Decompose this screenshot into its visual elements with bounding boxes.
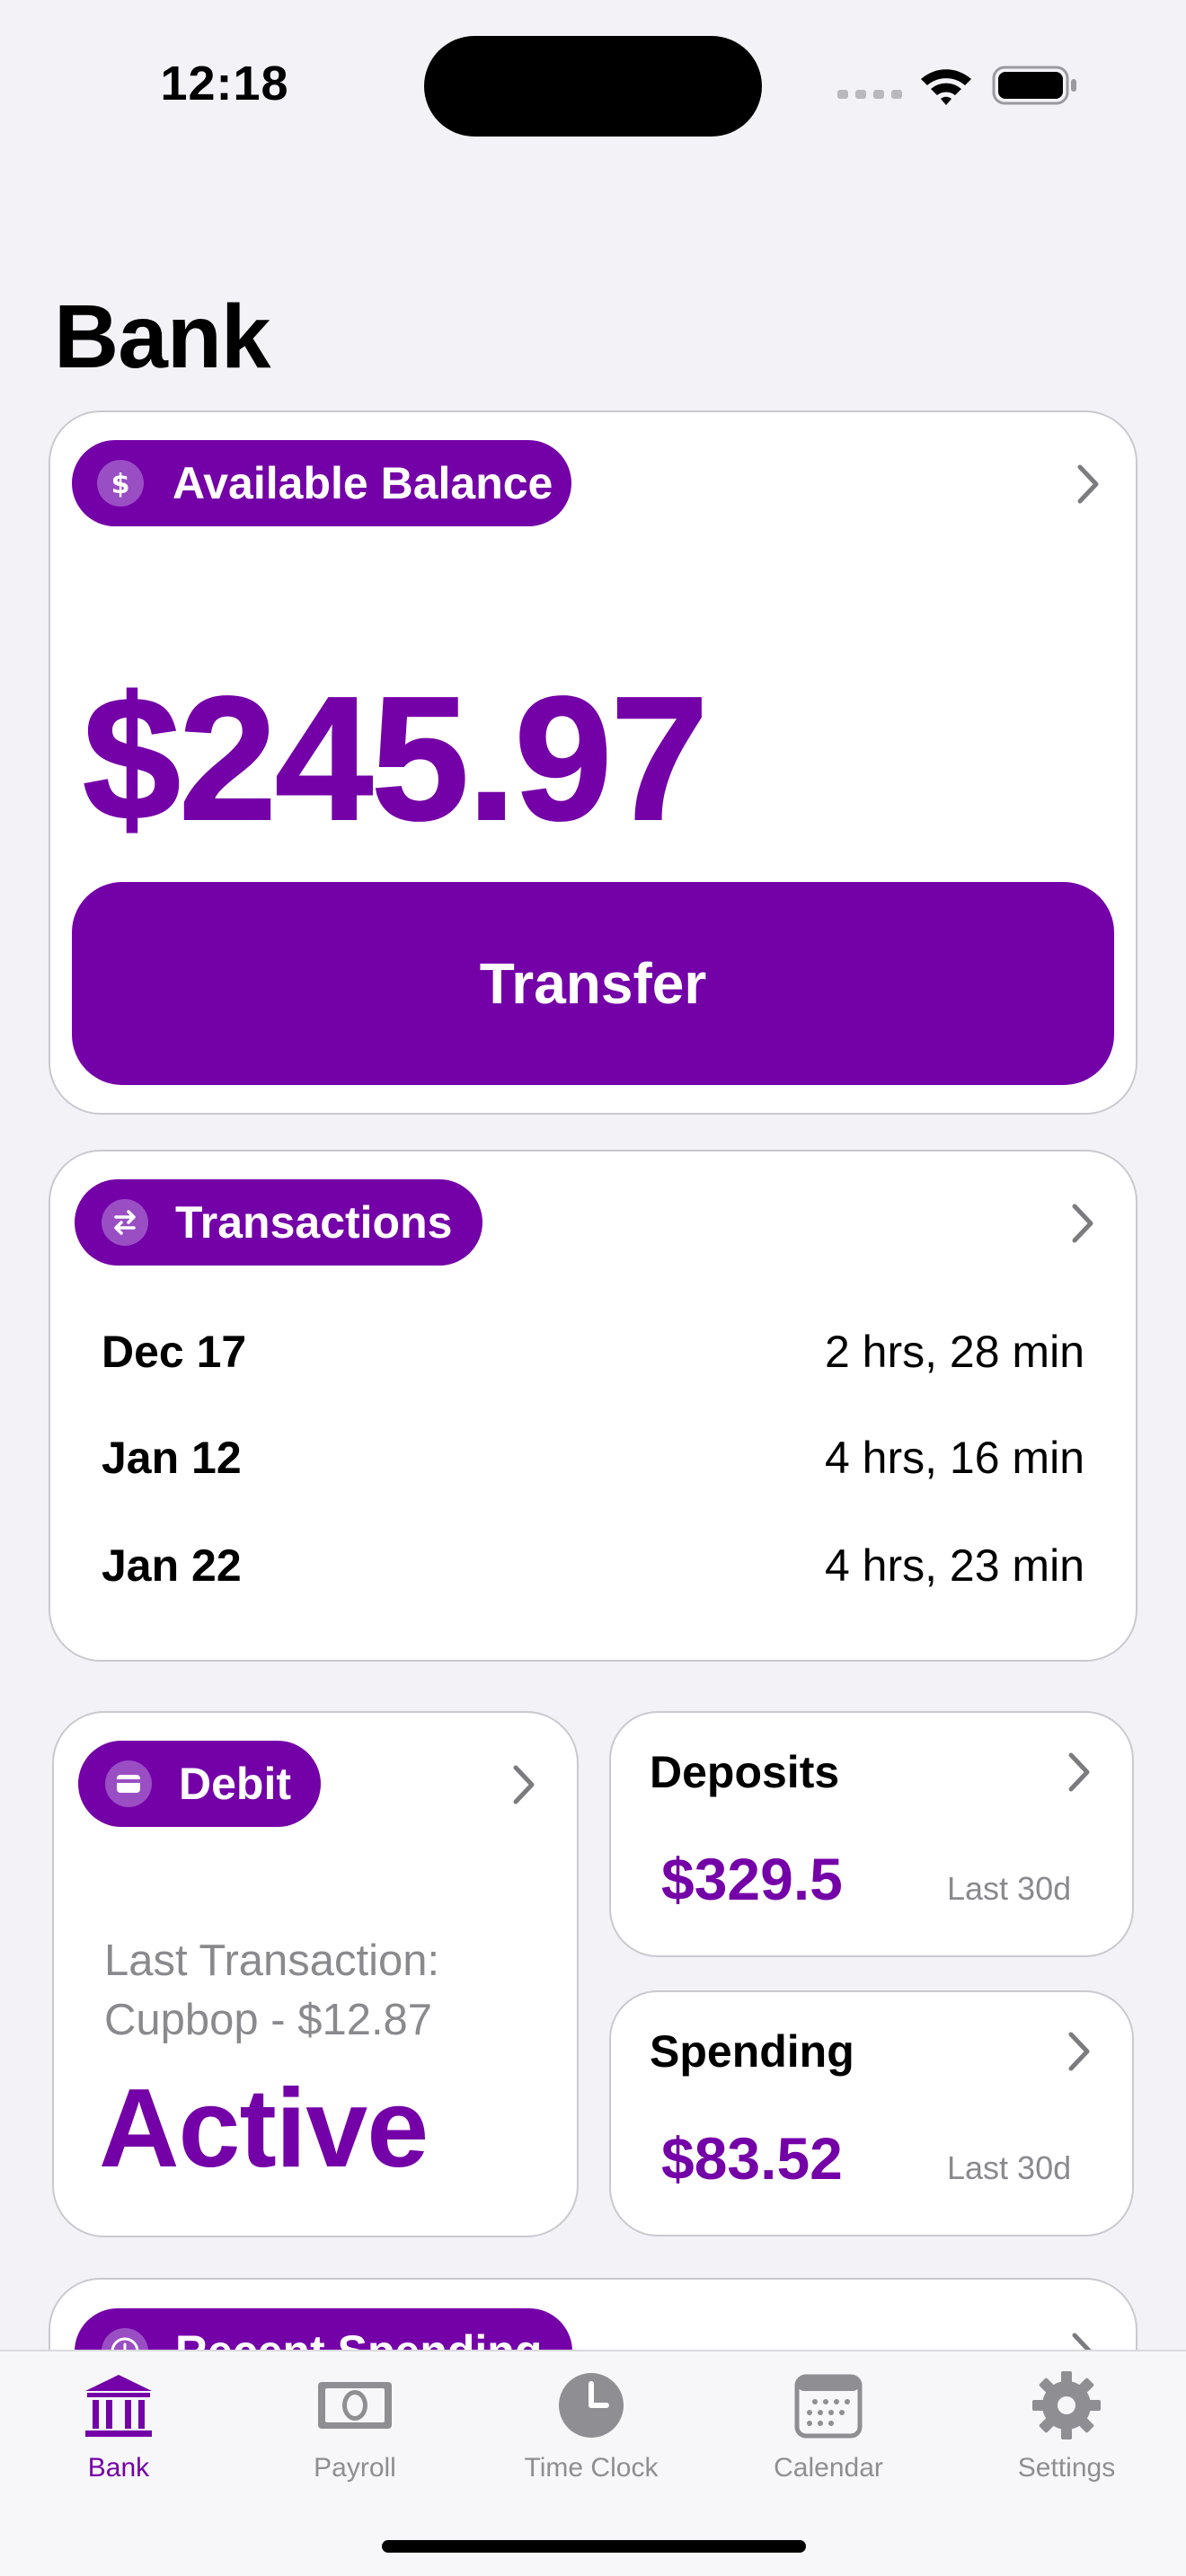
tab-calendar[interactable]: Calendar xyxy=(739,2353,918,2497)
available-balance-label: Available Balance xyxy=(173,458,553,508)
chevron-right-icon[interactable] xyxy=(1075,462,1102,507)
tab-label: Payroll xyxy=(314,2453,396,2483)
chevron-right-icon[interactable] xyxy=(1066,1750,1093,1795)
transaction-duration: 4 hrs, 16 min xyxy=(824,1433,1084,1483)
banknote-icon xyxy=(318,2382,392,2429)
last-transaction-heading: Last Transaction: xyxy=(104,1936,440,1985)
transaction-row[interactable]: Jan 22 4 hrs, 23 min xyxy=(102,1534,1084,1597)
bank-icon xyxy=(85,2375,152,2437)
tab-label: Calendar xyxy=(774,2453,883,2483)
deposits-period: Last 30d xyxy=(947,1870,1072,1907)
spending-period: Last 30d xyxy=(947,2149,1072,2186)
balance-amount: $245.97 xyxy=(82,660,710,857)
transaction-date: Jan 12 xyxy=(102,1433,242,1483)
dollar-icon: $ xyxy=(97,460,144,507)
chevron-right-icon[interactable] xyxy=(1066,2029,1093,2074)
chevron-right-icon[interactable] xyxy=(510,1762,537,1807)
home-indicator xyxy=(382,2540,806,2553)
cellular-signal-icon xyxy=(837,90,902,99)
tab-time-clock[interactable]: Time Clock xyxy=(501,2353,681,2497)
transactions-label: Transactions xyxy=(175,1197,453,1248)
calendar-icon xyxy=(794,2374,863,2439)
transaction-row[interactable]: Dec 17 2 hrs, 28 min xyxy=(102,1320,1084,1383)
transactions-pill[interactable]: Transactions xyxy=(75,1179,482,1266)
deposits-title: Deposits xyxy=(650,1747,840,1797)
spending-title: Spending xyxy=(650,2026,854,2077)
spending-value: $83.52 xyxy=(661,2125,843,2192)
debit-pill[interactable]: Debit xyxy=(78,1741,321,1827)
tab-bank[interactable]: Bank xyxy=(29,2353,208,2497)
available-balance-pill[interactable]: $ Available Balance xyxy=(72,440,571,526)
clock-icon xyxy=(559,2373,624,2438)
tab-label: Bank xyxy=(87,2453,150,2483)
debit-status: Active xyxy=(99,2067,429,2191)
tab-label: Time Clock xyxy=(524,2453,659,2483)
svg-text:$: $ xyxy=(111,469,130,500)
tab-payroll[interactable]: Payroll xyxy=(265,2353,445,2497)
dynamic-island xyxy=(424,36,762,137)
debit-label: Debit xyxy=(179,1759,291,1809)
transaction-duration: 4 hrs, 23 min xyxy=(824,1540,1084,1591)
transfer-button[interactable]: Transfer xyxy=(72,882,1114,1085)
arrows-swap-icon xyxy=(102,1199,148,1246)
transaction-row[interactable]: Jan 12 4 hrs, 16 min xyxy=(102,1426,1084,1489)
gear-icon xyxy=(1032,2371,1101,2439)
status-time: 12:18 xyxy=(160,57,289,110)
transaction-duration: 2 hrs, 28 min xyxy=(824,1327,1084,1377)
credit-card-icon xyxy=(105,1760,152,1807)
chevron-right-icon[interactable] xyxy=(1069,1201,1096,1246)
transaction-date: Jan 22 xyxy=(102,1540,242,1591)
tab-label: Settings xyxy=(1017,2453,1116,2483)
battery-icon xyxy=(992,66,1076,105)
deposits-value: $329.5 xyxy=(661,1846,843,1912)
last-transaction-detail: Cupbop - $12.87 xyxy=(104,1996,433,2044)
tab-settings[interactable]: Settings xyxy=(977,2353,1156,2497)
transaction-date: Dec 17 xyxy=(102,1327,247,1377)
last-transaction-note: Last Transaction: Cupbop - $12.87 xyxy=(104,1931,571,2050)
wifi-icon xyxy=(921,69,971,105)
page-title: Bank xyxy=(54,287,271,387)
